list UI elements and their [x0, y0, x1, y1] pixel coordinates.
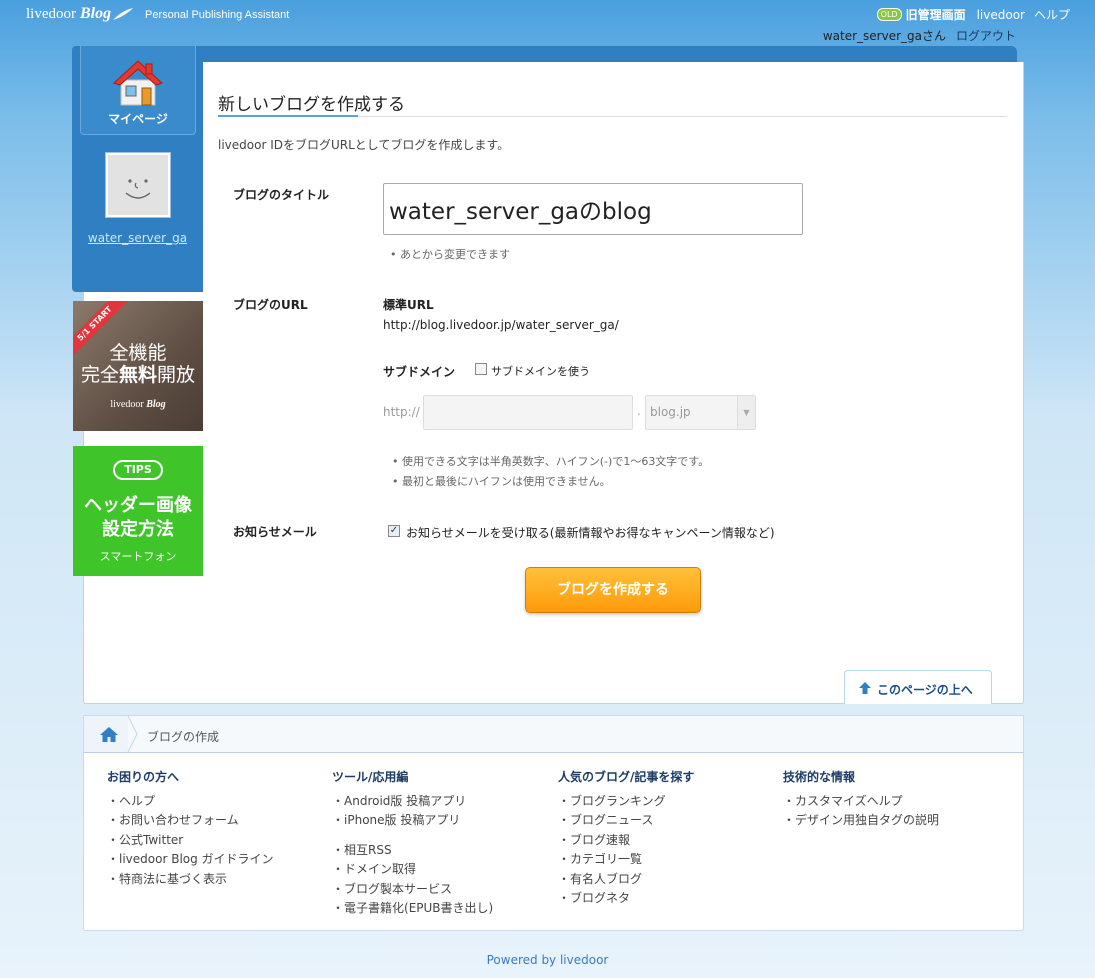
- tips-badge: TIPS: [113, 460, 163, 480]
- footer-column-tech: 技術的な情報 カスタマイズヘルプ デザイン用独自タグの説明: [783, 768, 939, 831]
- chevron-down-icon[interactable]: ▼: [737, 396, 755, 429]
- home-icon[interactable]: [99, 726, 119, 743]
- subdomain-rule-2: • 最初と最後にハイフンは使用できません。: [392, 475, 611, 488]
- old-badge: OLD: [876, 8, 902, 21]
- blog-url-label: ブログのURL: [233, 298, 308, 312]
- footer-link[interactable]: 公式Twitter: [107, 831, 274, 850]
- logo-livedoor-text: livedoor: [26, 5, 76, 22]
- footer-link[interactable]: 有名人ブログ: [558, 870, 694, 889]
- domain-select-value[interactable]: blog.jp: [650, 405, 691, 419]
- footer-link[interactable]: 特商法に基づく表示: [107, 870, 274, 889]
- http-prefix: http://: [383, 405, 420, 419]
- frame-top-strip: [203, 46, 1017, 62]
- logout-link[interactable]: ログアウト: [956, 27, 1016, 44]
- mypage-label[interactable]: マイページ: [80, 110, 196, 127]
- intro-text: livedoor IDをブログURLとしてブログを作成します。: [218, 138, 510, 152]
- tips-line2: 設定方法: [102, 519, 174, 540]
- footer-link[interactable]: カテゴリ一覧: [558, 850, 694, 869]
- tips-line1: ヘッダー画像: [84, 495, 192, 516]
- footer-link[interactable]: ブログ製本サービス: [332, 880, 493, 899]
- top-links: OLD 旧管理画面 livedoor ヘルプ: [876, 6, 1070, 23]
- site-header: livedoor Blog Personal Publishing Assist…: [0, 0, 1095, 46]
- house-icon[interactable]: [112, 58, 164, 108]
- breadcrumb-separator-icon: [127, 716, 138, 752]
- tips-banner[interactable]: TIPS ヘッダー画像 設定方法 スマートフォン: [73, 446, 203, 576]
- footer-column-tools: ツール/応用編 Android版 投稿アプリ iPhone版 投稿アプリ 相互R…: [332, 768, 493, 918]
- footer-column-title: お困りの方へ: [107, 770, 180, 784]
- title-note: • あとから変更できます: [390, 248, 510, 261]
- promo-line2-post: 開放: [157, 364, 196, 386]
- notice-mail-label: お知らせメール: [233, 525, 317, 539]
- footer-link[interactable]: livedoor Blog ガイドライン: [107, 850, 274, 869]
- promo-logo: livedoor Blog: [73, 399, 203, 410]
- footer-link[interactable]: ブログ速報: [558, 831, 694, 850]
- footer-link[interactable]: ヘルプ: [107, 792, 274, 811]
- page-title: 新しいブログを作成する: [218, 95, 405, 115]
- title-divider-accent: [218, 115, 358, 117]
- promo-logo-blog: Blog: [146, 399, 166, 410]
- powered-by[interactable]: Powered by livedoor: [0, 953, 1095, 967]
- old-admin-link[interactable]: 旧管理画面: [906, 6, 966, 23]
- domain-dot: .: [637, 404, 641, 418]
- user-bar: water_server_gaさん ログアウト: [823, 27, 1016, 44]
- footer-column-help: お困りの方へ ヘルプ お問い合わせフォーム 公式Twitter livedoor…: [107, 768, 274, 889]
- standard-url-value: http://blog.livedoor.jp/water_server_ga/: [383, 318, 619, 332]
- subdomain-rule-1: • 使用できる文字は半角英数字、ハイフン(-)で1〜63文字です。: [392, 455, 710, 468]
- breadcrumb-current: ブログの作成: [147, 730, 220, 744]
- footer-column-title: 人気のブログ/記事を探す: [558, 770, 695, 784]
- subdomain-label: サブドメイン: [383, 365, 456, 379]
- promo-logo-text: livedoor: [110, 399, 144, 410]
- subdomain-input[interactable]: [423, 395, 633, 430]
- notice-mail-checkbox[interactable]: ✓: [388, 525, 400, 537]
- footer-column-popular: 人気のブログ/記事を探す ブログランキング ブログニュース ブログ速報 カテゴリ…: [558, 768, 694, 908]
- subdomain-checkbox[interactable]: [475, 363, 487, 375]
- arrow-up-icon[interactable]: [858, 681, 872, 695]
- livedoor-blog-logo[interactable]: livedoor Blog: [26, 5, 134, 23]
- promo-banner[interactable]: 5/1 START 全機能 完全無料開放 livedoor Blog: [73, 301, 203, 431]
- tagline: Personal Publishing Assistant: [145, 9, 290, 21]
- help-link[interactable]: ヘルプ: [1034, 6, 1070, 23]
- livedoor-link[interactable]: livedoor: [977, 8, 1025, 22]
- footer-link[interactable]: ブログランキング: [558, 792, 694, 811]
- blog-title-label: ブログのタイトル: [233, 188, 330, 202]
- footer-link[interactable]: Android版 投稿アプリ: [332, 792, 493, 811]
- footer-link[interactable]: 電子書籍化(EPUB書き出し): [332, 899, 493, 918]
- page-top-link[interactable]: このページの上へ: [877, 681, 973, 698]
- avatar[interactable]: [105, 152, 171, 218]
- footer-link[interactable]: 相互RSS: [332, 841, 493, 860]
- logo-blog-text: Blog: [80, 5, 112, 22]
- breadcrumb: [83, 715, 1024, 753]
- notice-mail-checkbox-label[interactable]: お知らせメールを受け取る(最新情報やお得なキャンペーン情報など): [406, 524, 775, 541]
- footer-link[interactable]: ドメイン取得: [332, 860, 493, 879]
- footer-link[interactable]: カスタマイズヘルプ: [783, 792, 939, 811]
- promo-line2-bold: 無料: [118, 364, 157, 386]
- footer-link[interactable]: ブログネタ: [558, 889, 694, 908]
- blog-title-input[interactable]: [383, 183, 803, 235]
- user-greeting: water_server_gaさん: [822, 29, 946, 43]
- username-link[interactable]: water_server_ga: [72, 231, 203, 245]
- create-blog-button[interactable]: ブログを作成する: [525, 567, 701, 613]
- footer-column-title: 技術的な情報: [783, 770, 856, 784]
- footer-link[interactable]: iPhone版 投稿アプリ: [332, 811, 493, 830]
- tips-line3: スマートフォン: [99, 550, 177, 563]
- footer-link[interactable]: ブログニュース: [558, 811, 694, 830]
- standard-url-label: 標準URL: [383, 298, 434, 312]
- promo-line2: 完全無料開放: [73, 360, 203, 387]
- footer-link[interactable]: デザイン用独自タグの説明: [783, 811, 939, 830]
- footer-link[interactable]: お問い合わせフォーム: [107, 811, 274, 830]
- smiley-face-icon: [125, 179, 151, 199]
- promo-line2-pre: 完全: [80, 364, 119, 386]
- subdomain-checkbox-label[interactable]: サブドメインを使う: [491, 363, 590, 379]
- footer-column-title: ツール/応用編: [332, 770, 409, 784]
- feather-icon: [113, 8, 134, 20]
